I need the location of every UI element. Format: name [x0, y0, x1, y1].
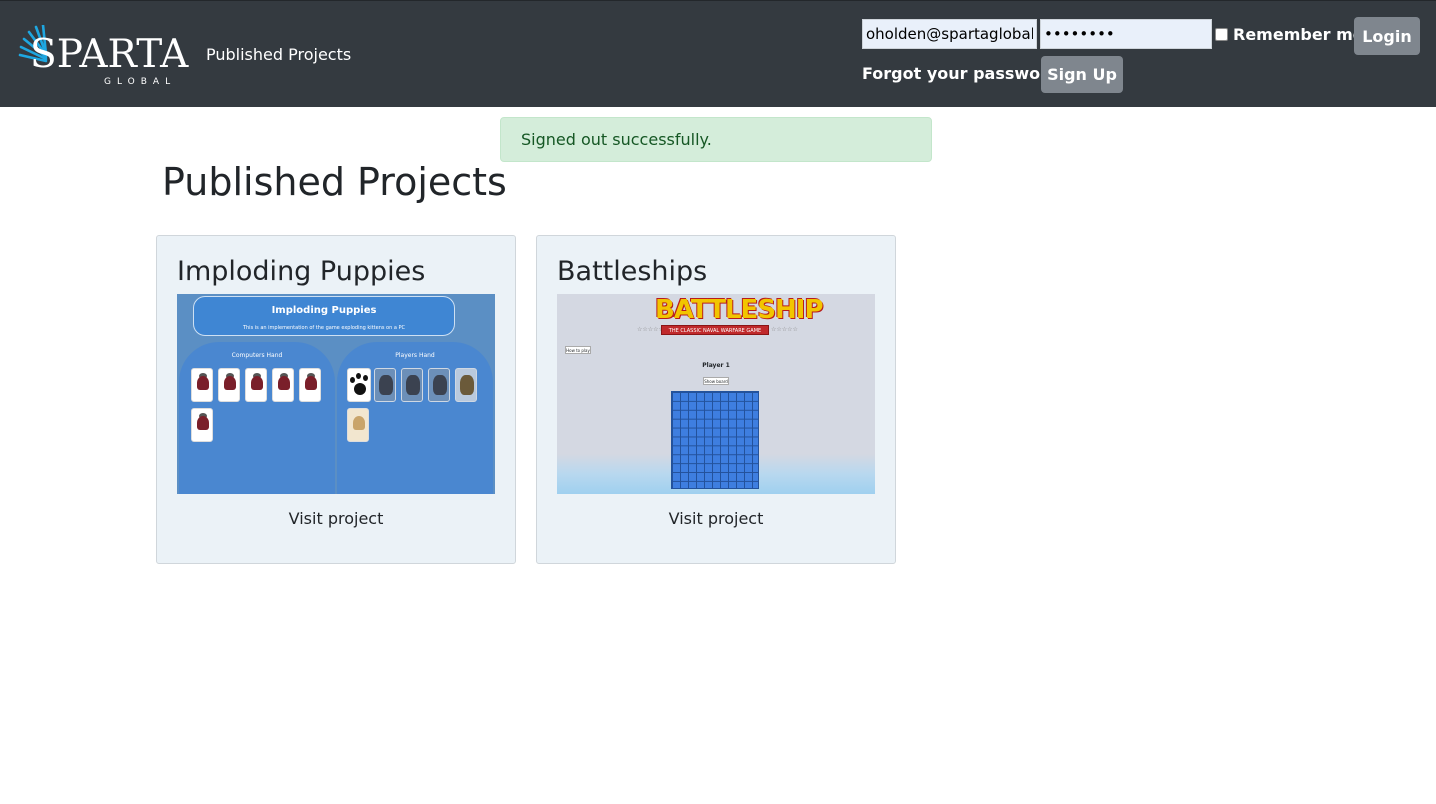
card-icon	[272, 368, 294, 402]
remember-me-checkbox[interactable]	[1215, 28, 1228, 41]
remember-me[interactable]: Remember me	[1215, 25, 1364, 44]
card-icon	[218, 368, 240, 402]
sign-up-button[interactable]: Sign Up	[1041, 56, 1123, 93]
sparta-global-logo[interactable]: SPARTA GLOBAL	[16, 25, 188, 89]
brand-subname: GLOBAL	[104, 77, 177, 87]
project-card: Battleships BATTLESHIP ☆☆☆☆☆ THE CLASSIC…	[536, 235, 896, 564]
card-icon	[299, 368, 321, 402]
thumb-showboard-button: Show board	[703, 377, 729, 385]
thumb-player-hand: Players Hand	[337, 342, 493, 494]
password-field[interactable]	[1040, 19, 1212, 49]
thumb-header-title: Imploding Puppies	[271, 305, 377, 316]
navbar: SPARTA GLOBAL Published Projects Remembe…	[0, 0, 1436, 107]
card-icon	[374, 368, 396, 402]
thumb-computer-hand-label: Computers Hand	[231, 352, 283, 359]
visit-project-link[interactable]: Visit project	[157, 509, 515, 528]
card-icon	[191, 408, 213, 442]
thumb-header: Imploding Puppies This is an implementat…	[193, 296, 455, 336]
thumb-computer-hand: Computers Hand	[179, 342, 335, 494]
paw-icon	[347, 368, 371, 402]
email-field[interactable]	[862, 19, 1037, 49]
brand-name: SPARTA	[30, 32, 189, 77]
star-icon: ☆☆☆☆☆	[637, 326, 664, 333]
thumb-howto-button: How to play	[565, 346, 591, 354]
forgot-password-link[interactable]: Forgot your password?	[862, 64, 1069, 83]
project-thumbnail: BATTLESHIP ☆☆☆☆☆ THE CLASSIC NAVAL WARFA…	[557, 294, 875, 494]
card-icon	[191, 368, 213, 402]
card-icon	[401, 368, 423, 402]
project-card: Imploding Puppies Imploding Puppies This…	[156, 235, 516, 564]
card-icon	[347, 408, 369, 442]
remember-me-label: Remember me	[1233, 25, 1364, 44]
thumb-logo: BATTLESHIP	[655, 295, 824, 325]
thumb-player-label: Player 1	[702, 362, 730, 369]
thumb-game-grid	[671, 391, 759, 489]
card-icon	[455, 368, 477, 402]
login-button[interactable]: Login	[1354, 17, 1420, 55]
page-title: Published Projects	[162, 160, 507, 204]
visit-project-link[interactable]: Visit project	[537, 509, 895, 528]
nav-published-projects[interactable]: Published Projects	[206, 45, 351, 64]
card-icon	[245, 368, 267, 402]
success-alert: Signed out successfully.	[500, 117, 932, 162]
card-icon	[428, 368, 450, 402]
thumb-player-hand-label: Players Hand	[395, 352, 435, 359]
thumb-banner: THE CLASSIC NAVAL WARFARE GAME	[661, 325, 769, 335]
thumb-header-subtitle: This is an implementation of the game ex…	[242, 325, 406, 331]
project-title: Imploding Puppies	[177, 256, 426, 287]
project-thumbnail: Imploding Puppies This is an implementat…	[177, 294, 495, 494]
project-title: Battleships	[557, 256, 708, 287]
star-icon: ☆☆☆☆☆	[771, 326, 798, 333]
